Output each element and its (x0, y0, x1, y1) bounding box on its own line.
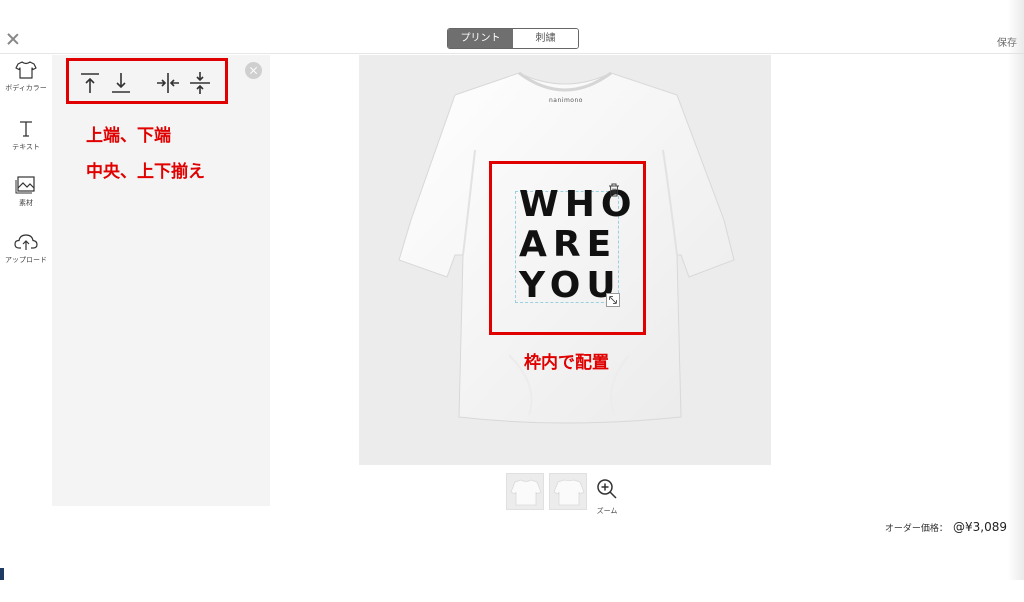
trash-icon[interactable] (608, 183, 620, 197)
sidebar-item-label: テキスト (12, 143, 40, 151)
editor-window: プリント 刺繍 保存 ボディカラー テキスト 素材 アップロード 上端、下端 中… (0, 0, 1024, 580)
tab-print[interactable]: プリント (448, 29, 513, 48)
annotation-print-area: 枠内で配置 (524, 353, 609, 373)
align-top-icon (81, 73, 99, 93)
design-text-line[interactable]: ARE (519, 225, 617, 265)
bottom-margin (0, 580, 1024, 602)
sidebar-item-body-color[interactable]: ボディカラー (0, 60, 52, 93)
panel-close-icon[interactable] (245, 62, 262, 79)
sidebar-item-upload[interactable]: アップロード (0, 232, 52, 265)
align-bottom-button[interactable] (108, 70, 134, 96)
back-view-thumbnail[interactable] (549, 473, 587, 510)
design-canvas[interactable]: nanimono WHO ARE YOU (359, 55, 771, 465)
top-bar: プリント 刺繍 保存 (0, 0, 1024, 54)
alignment-panel: 上端、下端 中央、上下揃え (52, 55, 270, 506)
zoom-in-icon (597, 479, 617, 499)
align-top-button[interactable] (77, 70, 103, 96)
tshirt-front-thumbnail-icon (510, 479, 542, 506)
window-edge-shadow (1008, 0, 1024, 580)
align-horizontal-center-button[interactable] (155, 70, 181, 96)
sidebar-item-material[interactable]: 素材 (0, 175, 52, 208)
tshirt-back-thumbnail-icon (553, 479, 585, 506)
image-icon (15, 176, 35, 194)
front-view-thumbnail[interactable] (506, 473, 544, 510)
annotation-center-vertical: 中央、上下揃え (86, 162, 205, 182)
tab-embroidery[interactable]: 刺繍 (513, 29, 578, 48)
zoom-label: ズーム (596, 507, 618, 515)
print-method-toggle: プリント 刺繍 (447, 28, 579, 49)
align-center-horizontal-icon (157, 73, 179, 93)
close-icon[interactable] (6, 32, 20, 46)
order-price-label: オーダー価格： (884, 524, 948, 534)
resize-handle-icon[interactable] (606, 293, 620, 307)
sidebar-item-text[interactable]: テキスト (0, 119, 52, 152)
sidebar-item-label: ボディカラー (5, 84, 47, 92)
sidebar-item-label: アップロード (5, 256, 47, 264)
annotation-top-bottom: 上端、下端 (86, 126, 171, 146)
cloud-upload-icon (14, 234, 38, 250)
text-t-icon (20, 121, 32, 137)
sidebar-item-label: 素材 (19, 199, 33, 207)
shirt-brand-label: nanimono (549, 97, 583, 104)
window-corner-accent (0, 568, 4, 580)
zoom-button[interactable]: ズーム (594, 478, 620, 516)
order-price: オーダー価格： @¥3,089 (885, 516, 1007, 535)
tool-sidebar: ボディカラー テキスト 素材 アップロード (0, 55, 52, 505)
tshirt-icon (15, 61, 37, 79)
align-vertical-center-button[interactable] (187, 70, 213, 96)
order-price-value: @¥3,089 (953, 520, 1007, 534)
align-center-vertical-icon (190, 72, 210, 94)
align-bottom-icon (112, 73, 130, 93)
alignment-toolbar (66, 58, 228, 104)
